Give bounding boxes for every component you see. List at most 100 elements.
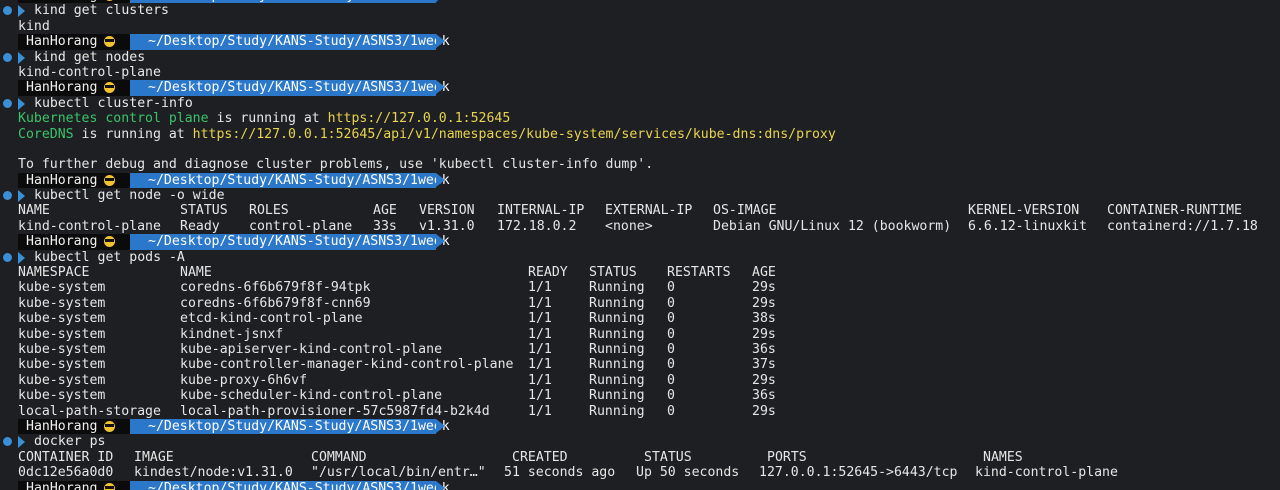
table-header-cell: AGE [752,265,776,281]
prompt-path: ~/Desktop/Study/KANS-Study/ASNS3/1week [148,80,450,96]
table-cell: 38s [752,311,776,327]
chevron-right-icon [18,190,25,203]
table-header-cell: ROLES [249,203,289,219]
table-cell: kube-apiserver-kind-control-plane [180,341,443,357]
table-cell: v1.31.0 [419,218,475,234]
output-line: CoreDNS is running at https://127.0.0.1:… [0,127,1280,142]
table-cell: coredns-6f6b679f8f-94tpk [180,280,371,296]
table-cell: kube-system [18,295,106,311]
table-header-cell: INTERNAL-IP [497,203,585,219]
table-row: kube-system coredns-6f6b679f8f-cnn69 1/1 Ru… [0,296,1280,311]
table-cell: 36s [752,388,776,404]
command-line: kubectl get node -o wide [0,188,1280,203]
table-cell: 36s [752,341,776,357]
pods-table-body: kube-system coredns-6f6b679f8f-94tpk 1/1 Ru… [0,280,1280,419]
prompt-path: ~/Desktop/Study/KANS-Study/ASNS3/1week [148,234,450,250]
prompt-line: HanHorang ~/Desktop/Study/KANS-Study/ASN… [0,172,1280,189]
table-cell: Running [589,403,645,419]
table-header-cell: RESTARTS [667,265,731,281]
table-row: kube-system etcd-kind-control-plane 1/1 Run… [0,311,1280,326]
chevron-right-icon [18,5,25,18]
prompt-arrow-icon [436,418,445,433]
prompt-user-segment: HanHorang [18,480,130,490]
table-cell: containerd://1.7.18 [1107,218,1258,234]
terminal-window[interactable]: HanHorang ~/Desktop/Study/KANS-Study/ASN… [0,0,1280,490]
table-cell: kube-proxy-6h6vf [180,372,308,388]
table-cell: 0 [667,280,675,296]
prompt-path-segment: ~/Desktop/Study/KANS-Study/ASNS3/1week [130,234,450,250]
table-cell: 0 [667,326,675,342]
table-cell: 1/1 [528,372,552,388]
prompt-user-segment: HanHorang [18,80,130,96]
table-row: kube-system coredns-6f6b679f8f-94tpk 1/1 Ru… [0,280,1280,295]
table-header-cell: EXTERNAL-IP [605,203,693,219]
command-text: kind get nodes [34,49,146,65]
prompt-path: ~/Desktop/Study/KANS-Study/ASNS3/1week [148,480,450,490]
cluster-info-line: CoreDNS is running at https://127.0.0.1:… [18,127,836,142]
command-text: kubectl get pods -A [34,249,185,265]
prompt-path-segment: ~/Desktop/Study/KANS-Study/ASNS3/1week [130,34,450,50]
table-row: kube-system kindnet-jsnxf 1/1 Running 0 29s [0,327,1280,342]
prompt-arrow-icon [436,80,445,95]
table-cell: 0 [667,311,675,327]
service-url[interactable]: https://127.0.0.1:52645 [328,111,511,126]
table-header-cell: COMMAND [311,449,367,465]
command-text: kubectl cluster-info [34,95,193,111]
table-cell: 0dc12e56a0d0 [18,465,114,481]
table-row: kind-control-plane Ready control-plane 3… [0,219,1280,234]
chevron-right-icon [18,251,25,264]
table-header-cell: STATUS [644,449,692,465]
table-cell: kube-system [18,372,106,388]
table-cell: 1/1 [528,280,552,296]
table-header-cell: AGE [373,203,397,219]
table-cell: Running [589,280,645,296]
table-cell: Running [589,372,645,388]
prompt-user-segment: HanHorang [18,418,130,435]
output-line: Kubernetes control plane is running at h… [0,111,1280,126]
chevron-right-icon [18,51,25,64]
table-header-cell: KERNEL-VERSION [968,203,1080,219]
table-row: kube-system kube-controller-manager-kind-… [0,357,1280,372]
prompt-line: HanHorang ~/Desktop/Study/KANS-Study/ASN… [0,34,1280,50]
prompt-line: HanHorang ~/Desktop/Study/KANS-Study/ASN… [0,80,1280,96]
table-cell: <none> [605,218,653,234]
table-cell: 29s [752,295,776,311]
output-text: To further debug and diagnose cluster pr… [18,157,654,173]
table-header-cell: PORTS [767,449,807,465]
sunglasses-face-icon [104,420,115,432]
table-cell: 1/1 [528,403,552,419]
sunglasses-face-icon [104,174,115,186]
prompt-user: HanHorang [26,172,98,188]
service-url[interactable]: https://127.0.0.1:52645/api/v1/namespace… [193,127,836,142]
output-text: kind [18,18,50,34]
table-header-row: NAMESPACE NAME READY STATUS RESTARTS AGE [0,265,1280,280]
service-name: CoreDNS [18,126,74,142]
blue-dot-icon [3,437,12,447]
table-cell: kube-system [18,341,106,357]
blue-dot-icon [3,52,12,62]
prompt-path-segment: ~/Desktop/Study/KANS-Study/ASNS3/1week [130,418,450,435]
table-cell: kube-system [18,388,106,404]
table-cell: 6.6.12-linuxkit [968,218,1088,234]
table-cell: 29s [752,280,776,296]
table-header-cell: NAMES [983,449,1023,465]
table-cell: Ready [180,218,220,234]
table-cell: Running [589,388,645,404]
table-cell: Running [589,326,645,342]
table-cell: kube-system [18,357,106,373]
table-cell: Running [589,295,645,311]
table-cell: 0 [667,388,675,404]
prompt-path: ~/Desktop/Study/KANS-Study/ASNS3/1week [148,172,450,188]
command-text: kubectl get node -o wide [34,188,225,204]
output-text: kind-control-plane [18,64,161,80]
chevron-right-icon [18,97,25,110]
running-text: is running at [73,126,193,142]
sunglasses-face-icon [104,82,115,94]
prompt-user: HanHorang [26,418,98,434]
command-line: kubectl cluster-info [0,96,1280,111]
table-cell: kind-control-plane [975,465,1118,481]
table-cell: 33s [373,218,397,234]
table-cell: 172.18.0.2 [497,218,577,234]
service-name: Kubernetes control plane [18,111,209,127]
prompt-arrow-icon [436,234,445,249]
